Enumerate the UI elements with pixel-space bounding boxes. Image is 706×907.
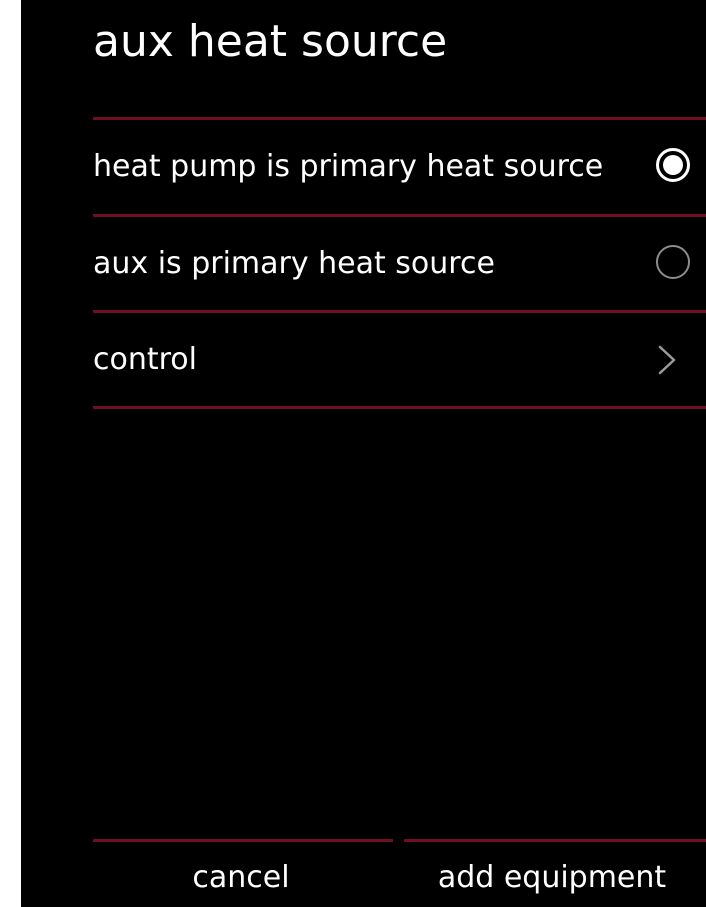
option-control[interactable]: control xyxy=(93,313,706,407)
chevron-right-icon xyxy=(658,345,676,375)
radio-unselected-icon[interactable] xyxy=(656,245,690,279)
add-equipment-button[interactable]: add equipment xyxy=(404,848,700,907)
cancel-button[interactable]: cancel xyxy=(93,848,389,907)
option-label: control xyxy=(93,342,197,377)
aux-heat-source-screen: aux heat source heat pump is primary hea… xyxy=(21,0,706,907)
option-heat-pump-primary[interactable]: heat pump is primary heat source xyxy=(93,120,706,214)
option-label: aux is primary heat source xyxy=(93,246,495,281)
radio-selected-icon[interactable] xyxy=(656,148,690,182)
radio-dot xyxy=(663,155,683,175)
divider xyxy=(93,406,706,409)
option-label: heat pump is primary heat source xyxy=(93,149,604,184)
cancel-divider xyxy=(93,839,393,842)
page-title: aux heat source xyxy=(93,16,448,67)
add-equipment-divider xyxy=(404,839,706,842)
option-aux-primary[interactable]: aux is primary heat source xyxy=(93,217,706,311)
